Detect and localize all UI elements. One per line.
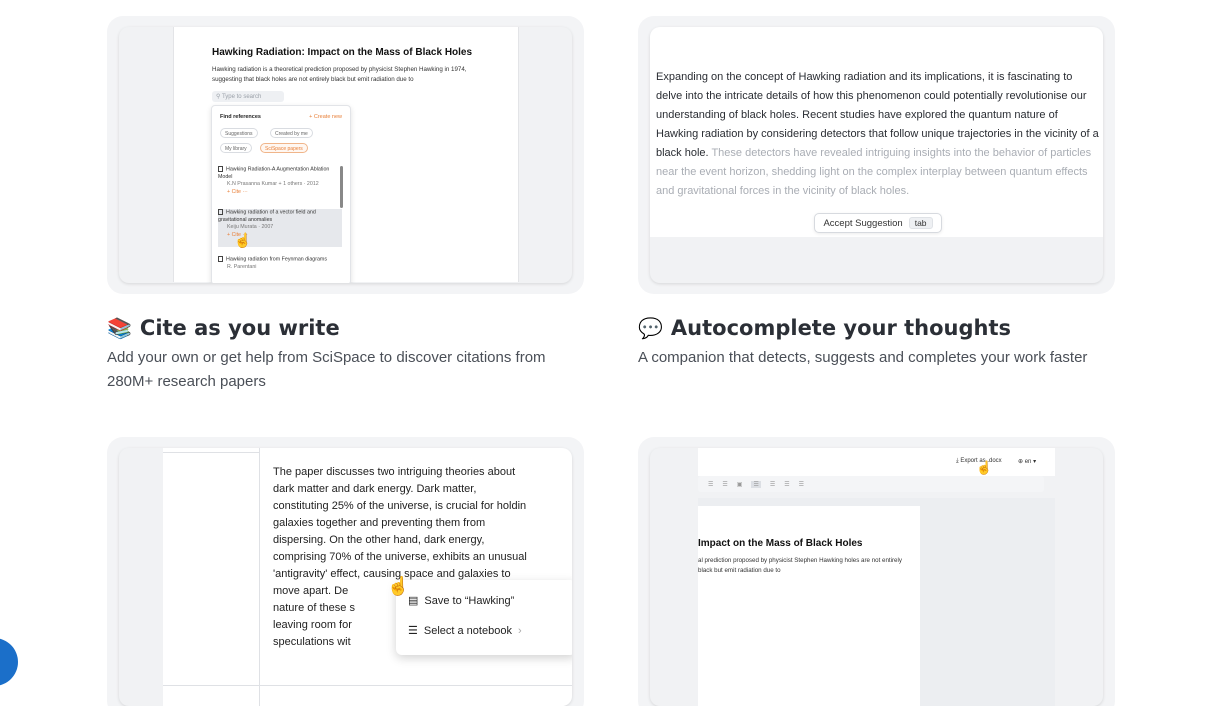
list-icon: ☰	[408, 625, 418, 637]
accept-suggestion-button[interactable]: Accept Suggestion tab	[814, 213, 942, 233]
document-text: Hawking radiation is a theoretical predi…	[212, 66, 467, 83]
editor-text: Expanding on the concept of Hawking radi…	[656, 71, 1099, 197]
chip-my-library[interactable]: My library	[220, 143, 252, 153]
globe-icon: ⊕	[1018, 459, 1024, 465]
hand-cursor-icon: ☝	[234, 232, 252, 248]
ghost-suggestion: These detectors have revealed intriguing…	[656, 147, 1092, 197]
document-icon	[218, 166, 223, 172]
image-icon[interactable]: ▣	[737, 481, 743, 488]
reference-search-input[interactable]: ⚲ Type to search	[212, 91, 284, 102]
create-new-button[interactable]: + Create new	[309, 114, 342, 120]
chevron-right-icon: ›	[517, 624, 522, 637]
find-references-panel: Find references + Create new Suggestions…	[211, 105, 351, 283]
language-selector[interactable]: ⊕ en ▾	[1018, 458, 1036, 465]
align-center-icon[interactable]: ☰	[770, 481, 775, 488]
chevron-down-icon: ▾	[1033, 459, 1037, 465]
align-icon[interactable]: ☰	[722, 481, 727, 488]
align-right-icon[interactable]: ☰	[784, 481, 789, 488]
reference-item[interactable]: Hawking Radiation-A Augmentation Ablatio…	[218, 166, 342, 196]
document-title: Impact on the Mass of Black Holes	[698, 538, 863, 549]
document-icon	[218, 256, 223, 262]
panel-title: Find references	[220, 114, 261, 120]
notebook-preview-screenshot: The paper discusses two intriguing theor…	[119, 448, 572, 706]
export-preview-screenshot: ⤓ Export as .docx ⊕ en ▾ ☝ ☰ ☰ ▣ ☰ ☰ ☰ ☰…	[650, 448, 1103, 706]
document-title: Hawking Radiation: Impact on the Mass of…	[212, 47, 473, 58]
cite-preview-card: Hawking Radiation: Impact on the Mass of…	[107, 16, 584, 294]
autocomplete-preview-screenshot: Expanding on the concept of Hawking radi…	[650, 27, 1103, 283]
books-icon: 📚	[107, 316, 132, 340]
paper-page: The paper discusses two intriguing theor…	[163, 448, 572, 706]
feature-description-autocomplete: A companion that detects, suggests and c…	[638, 349, 1088, 366]
save-to-notebook-item[interactable]: ▤ Save to “Hawking”	[408, 594, 514, 608]
cite-button[interactable]: + Cite ···	[218, 189, 342, 197]
chip-scispace-papers[interactable]: SciSpace papers	[260, 143, 308, 153]
feature-title-autocomplete: 💬 Autocomplete your thoughts	[638, 316, 1012, 340]
editor-area: Expanding on the concept of Hawking radi…	[650, 27, 1103, 237]
notebook-preview-card: The paper discusses two intriguing theor…	[107, 437, 584, 706]
chip-suggestions[interactable]: Suggestions	[220, 128, 258, 138]
tab-key-hint: tab	[908, 217, 933, 229]
divider	[163, 685, 572, 686]
feature-description-cite: Add your own or get help from SciSpace t…	[107, 349, 546, 390]
chat-widget-button[interactable]	[0, 638, 18, 686]
speech-bubble-icon: 💬	[638, 316, 663, 340]
document-page: Impact on the Mass of Black Holes al pre…	[698, 506, 920, 706]
document-text: al prediction proposed by physicist Step…	[698, 557, 902, 574]
autocomplete-preview-card: Expanding on the concept of Hawking radi…	[638, 16, 1115, 294]
document-page: Hawking Radiation: Impact on the Mass of…	[173, 27, 519, 283]
context-menu: ▤ Save to “Hawking” ☰ Select a notebook …	[396, 580, 572, 655]
align-icon[interactable]: ☰	[708, 481, 713, 488]
cite-preview-screenshot: Hawking Radiation: Impact on the Mass of…	[119, 27, 572, 283]
scrollbar[interactable]	[340, 166, 343, 208]
notebook-icon: ▤	[408, 595, 419, 607]
export-preview-card: ⤓ Export as .docx ⊕ en ▾ ☝ ☰ ☰ ▣ ☰ ☰ ☰ ☰…	[638, 437, 1115, 706]
hand-cursor-icon: ☝	[387, 576, 410, 596]
search-icon: ⚲	[216, 94, 221, 100]
divider	[259, 448, 260, 706]
align-left-icon[interactable]: ☰	[751, 480, 761, 488]
hand-cursor-icon: ☝	[976, 460, 993, 475]
divider	[163, 452, 259, 453]
align-justify-icon[interactable]: ☰	[799, 481, 804, 488]
chip-created-by-me[interactable]: Created by me	[270, 128, 313, 138]
formatting-toolbar: ☰ ☰ ▣ ☰ ☰ ☰ ☰	[698, 476, 1044, 492]
feature-title-cite: 📚 Cite as you write	[107, 316, 340, 340]
select-notebook-item[interactable]: ☰ Select a notebook ›	[408, 624, 522, 638]
reference-item[interactable]: Hawking radiation from Feynman diagrams …	[218, 256, 342, 271]
document-icon	[218, 209, 223, 215]
download-icon: ⤓	[956, 458, 959, 464]
